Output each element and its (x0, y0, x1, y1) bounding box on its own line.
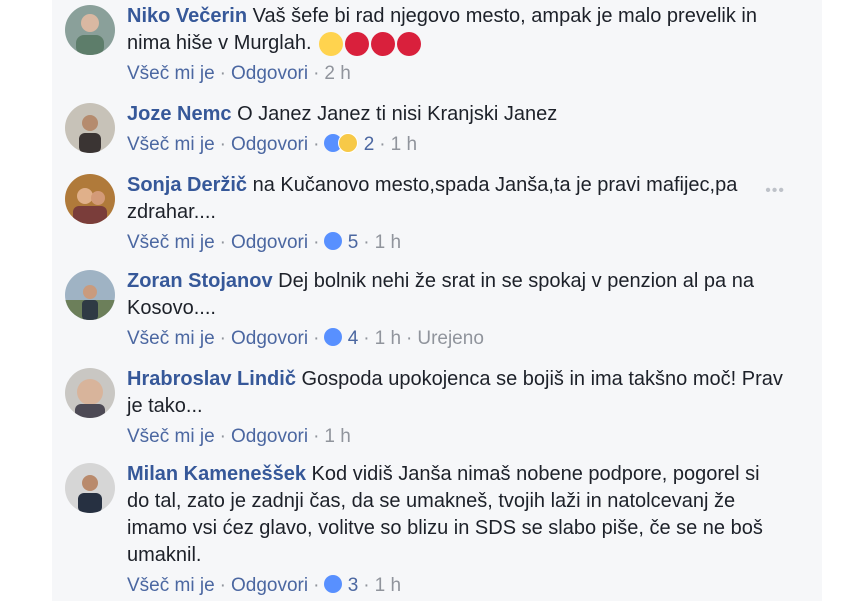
comment-actions: Všeč mi je · Odgovori · 3 · 1 h (127, 572, 787, 599)
reactions[interactable] (324, 323, 343, 350)
avatar[interactable] (65, 463, 115, 513)
like-reaction-icon (324, 232, 343, 251)
comment-author[interactable]: Zoran Stojanov (127, 270, 273, 292)
comment-time[interactable]: 1 h (391, 134, 417, 155)
comment-author[interactable]: Milan Kameneššek (127, 463, 306, 485)
comment-time[interactable]: 1 h (375, 232, 401, 253)
comment-actions: Všeč mi je · Odgovori · 2 h (127, 63, 351, 84)
reactions[interactable] (324, 129, 359, 156)
reaction-count[interactable]: 4 (348, 328, 359, 349)
comment-author[interactable]: Niko Večerin (127, 5, 247, 27)
reply-link[interactable]: Odgovori (231, 575, 308, 596)
comment-time[interactable]: 1 h (375, 328, 401, 349)
devil-face-emoji (371, 31, 396, 56)
comment-time[interactable]: 1 h (324, 426, 350, 447)
reactions[interactable] (324, 227, 343, 254)
more-options-icon[interactable]: ••• (765, 182, 785, 200)
haha-reaction-icon (338, 133, 359, 154)
comment-time[interactable]: 2 h (324, 63, 350, 84)
reaction-count[interactable]: 3 (348, 575, 359, 596)
reply-link[interactable]: Odgovori (231, 426, 308, 447)
edited-label[interactable]: Urejeno (417, 328, 484, 349)
avatar[interactable] (65, 270, 115, 320)
comment-author[interactable]: Hrabroslav Lindič (127, 368, 296, 390)
devil-face-emoji (345, 31, 370, 56)
comment-time[interactable]: 1 h (375, 575, 401, 596)
like-link[interactable]: Všeč mi je (127, 426, 215, 447)
reaction-count[interactable]: 2 (364, 134, 375, 155)
reaction-count[interactable]: 5 (348, 232, 359, 253)
like-link[interactable]: Všeč mi je (127, 232, 215, 253)
like-link[interactable]: Všeč mi je (127, 328, 215, 349)
comment-actions: Všeč mi je · Odgovori · 1 h (127, 426, 351, 447)
comment-author[interactable]: Joze Nemc (127, 103, 232, 125)
devil-face-emoji (397, 31, 422, 56)
fearful-face-emoji (319, 31, 344, 56)
comment-text: O Janez Janez ti nisi Kranjski Janez (237, 103, 558, 125)
reply-link[interactable]: Odgovori (231, 134, 308, 155)
like-link[interactable]: Všeč mi je (127, 63, 215, 84)
comment-actions: Všeč mi je · Odgovori · 5 · 1 h (127, 229, 787, 256)
avatar[interactable] (65, 5, 115, 55)
like-reaction-icon (324, 328, 343, 347)
avatar[interactable] (65, 174, 115, 224)
reactions[interactable] (324, 570, 343, 597)
like-reaction-icon (324, 575, 343, 594)
comment-author[interactable]: Sonja Deržič (127, 174, 247, 196)
comment-actions: Všeč mi je · Odgovori · 2 · 1 h (127, 131, 787, 158)
avatar[interactable] (65, 368, 115, 418)
reply-link[interactable]: Odgovori (231, 232, 308, 253)
avatar[interactable] (65, 103, 115, 153)
comment-actions: Všeč mi je · Odgovori · 4 · 1 h · Urejeno (127, 325, 787, 352)
reply-link[interactable]: Odgovori (231, 328, 308, 349)
like-link[interactable]: Všeč mi je (127, 134, 215, 155)
like-link[interactable]: Všeč mi je (127, 575, 215, 596)
reply-link[interactable]: Odgovori (231, 63, 308, 84)
